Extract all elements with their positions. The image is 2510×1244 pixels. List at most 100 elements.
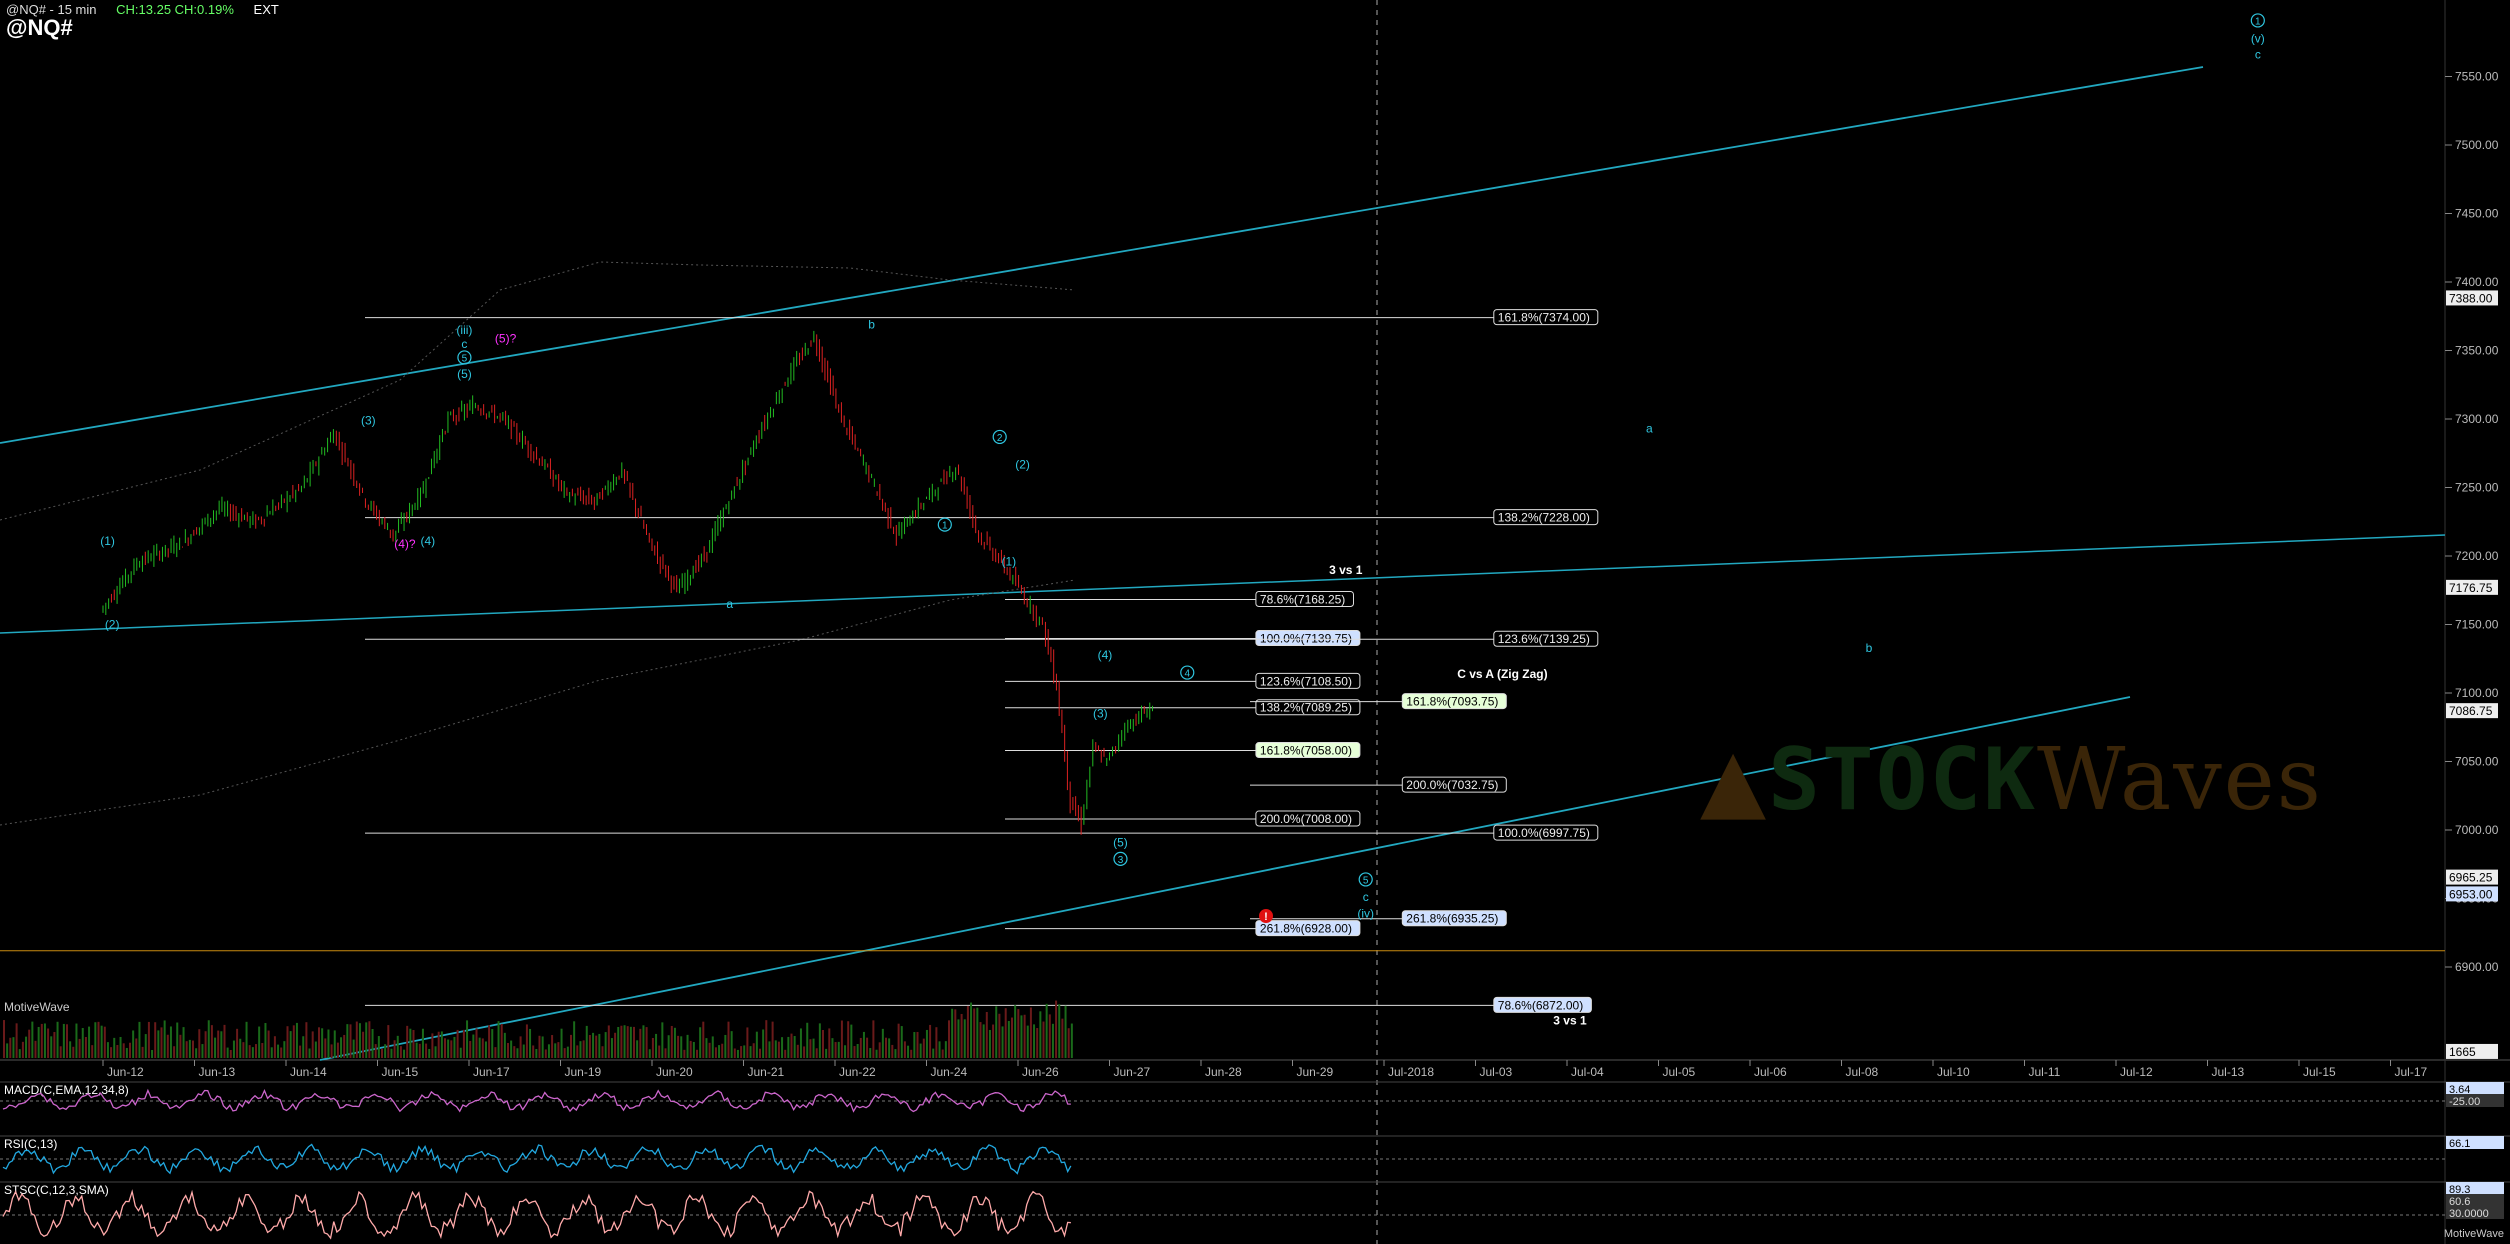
platform-label-corner: MotiveWave xyxy=(2443,1228,2504,1240)
volume-bar xyxy=(314,1041,317,1058)
volume-bar xyxy=(535,1048,538,1058)
volume-bar xyxy=(453,1036,456,1058)
volume-bar xyxy=(818,1023,821,1058)
volume-bar xyxy=(636,1040,639,1058)
volume-bar xyxy=(607,1025,610,1058)
volume-bar xyxy=(195,1048,198,1058)
upper-channel-line xyxy=(0,66,2204,444)
volume-bar xyxy=(1004,1008,1007,1058)
volume-bar xyxy=(544,1049,547,1058)
volume-bar xyxy=(198,1029,201,1058)
volume-bar xyxy=(777,1041,780,1058)
y-axis-tick-label: 7400.00 xyxy=(2455,275,2499,289)
volume-bar xyxy=(673,1027,676,1058)
volume-bar xyxy=(910,1049,913,1058)
volume-bar xyxy=(878,1042,881,1058)
volume-bar xyxy=(56,1021,59,1058)
volume-bar xyxy=(601,1046,604,1058)
volume-bar xyxy=(210,1025,213,1058)
volume-bar xyxy=(330,1044,333,1058)
volume-bar xyxy=(960,1013,963,1058)
volume-bar xyxy=(995,1006,998,1058)
volume-bar xyxy=(352,1039,355,1058)
volume-bar xyxy=(431,1033,434,1058)
volume-bar xyxy=(957,1019,960,1058)
wave-label: (5) xyxy=(1113,835,1128,849)
volume-bar xyxy=(736,1049,739,1058)
volume-bar xyxy=(796,1044,799,1058)
volume-bar xyxy=(459,1047,462,1058)
volume-bar xyxy=(661,1022,664,1058)
volume-bar xyxy=(774,1040,777,1058)
x-axis-tick-label: Jun-22 xyxy=(839,1065,876,1079)
annotation-label: C vs A (Zig Zag) xyxy=(1457,667,1547,681)
volume-bar xyxy=(110,1047,113,1058)
y-axis-tick-label: 7150.00 xyxy=(2455,618,2499,632)
volume-bar xyxy=(277,1044,280,1058)
volume-bar xyxy=(1017,1009,1020,1058)
fib-label: 261.8%(6935.25) xyxy=(1406,912,1498,926)
volume-bar xyxy=(664,1048,667,1058)
volume-bar xyxy=(557,1042,560,1058)
x-axis-tick-label: Jun-27 xyxy=(1114,1065,1151,1079)
volume-bar xyxy=(1007,1020,1010,1058)
volume-bar xyxy=(116,1045,119,1058)
volume-bar xyxy=(853,1046,856,1058)
volume-bar xyxy=(106,1042,109,1058)
y-axis-tick-label: 7550.00 xyxy=(2455,70,2499,84)
annotation-label: 3 vs 1 xyxy=(1329,563,1363,577)
volume-bar xyxy=(532,1045,535,1058)
volume-bar xyxy=(346,1024,349,1058)
volume-bar xyxy=(885,1037,887,1058)
x-axis-tick-label: Jun-24 xyxy=(931,1065,968,1079)
indicator-title: MACD(C,EMA,12,34,8) xyxy=(4,1083,129,1097)
volume-bar xyxy=(639,1028,642,1058)
volume-bar xyxy=(343,1034,346,1058)
volume-bar xyxy=(1042,1021,1045,1058)
volume-bar xyxy=(582,1040,585,1058)
volume-bar xyxy=(444,1038,446,1058)
volume-bar xyxy=(469,1040,472,1058)
volume-bar xyxy=(784,1049,787,1058)
volume-bar xyxy=(214,1037,217,1058)
wave-label: b xyxy=(868,318,875,332)
volume-bar xyxy=(475,1028,478,1058)
volume-bar xyxy=(75,1023,78,1058)
volume-bar xyxy=(988,1029,991,1058)
fib-label: 78.6%(6872.00) xyxy=(1498,998,1583,1012)
wave-label: (5) xyxy=(457,367,472,381)
volume-bar xyxy=(585,1025,588,1058)
volume-bar xyxy=(645,1027,648,1058)
price-mark-label: 1665 xyxy=(2449,1045,2476,1059)
wave-label: (1) xyxy=(100,534,115,548)
volume-bar xyxy=(809,1039,812,1058)
volume-bar xyxy=(15,1023,18,1058)
fib-label: 123.6%(7139.25) xyxy=(1498,632,1590,646)
volume-bar xyxy=(963,1019,966,1058)
volume-bar xyxy=(302,1036,305,1058)
volume-bar xyxy=(160,1027,163,1058)
volume-bar xyxy=(563,1048,566,1058)
volume-bar xyxy=(217,1030,220,1058)
volume-bar xyxy=(573,1021,576,1058)
fib-label: 78.6%(7168.25) xyxy=(1260,592,1345,606)
fib-label: 161.8%(7374.00) xyxy=(1498,311,1590,325)
x-axis-tick-label: Jun-21 xyxy=(748,1065,785,1079)
volume-bar xyxy=(576,1045,579,1058)
volume-bar xyxy=(21,1041,24,1058)
volume-bar xyxy=(913,1032,916,1058)
volume-bar xyxy=(522,1044,525,1058)
volume-bar xyxy=(724,1034,727,1058)
x-axis-tick-label: Jun-12 xyxy=(107,1065,144,1079)
volume-bar xyxy=(1058,1004,1061,1058)
volume-bar xyxy=(349,1024,352,1058)
volume-bar xyxy=(614,1032,617,1058)
fib-label: 161.8%(7058.00) xyxy=(1260,744,1352,758)
volume-bar xyxy=(434,1046,437,1058)
volume-bar xyxy=(428,1048,431,1058)
y-axis-tick-label: 7050.00 xyxy=(2455,755,2499,769)
wave-label: 3 xyxy=(1118,855,1124,866)
volume-bar xyxy=(705,1038,708,1058)
volume-bar xyxy=(547,1044,550,1058)
volume-bar xyxy=(122,1043,125,1058)
